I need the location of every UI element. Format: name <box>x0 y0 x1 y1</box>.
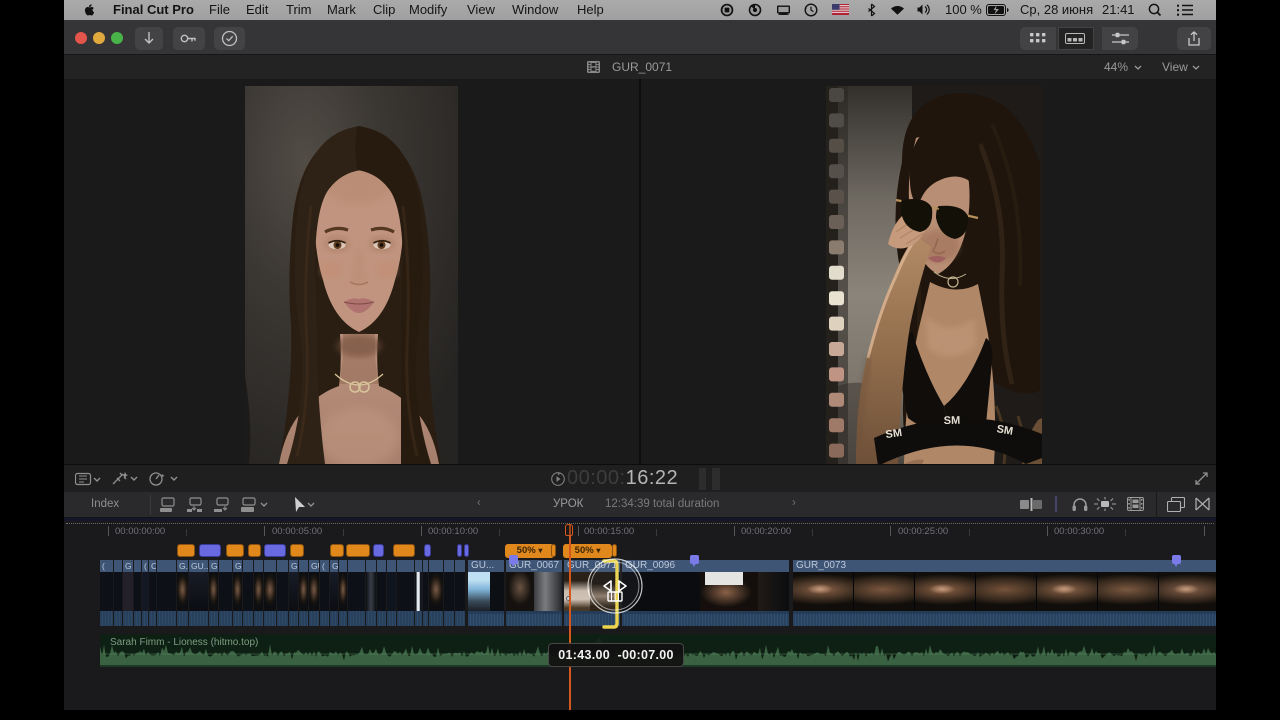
svg-text:SM: SM <box>996 423 1014 437</box>
svg-text:SM: SM <box>885 427 903 441</box>
svg-text:SM: SM <box>944 415 961 427</box>
